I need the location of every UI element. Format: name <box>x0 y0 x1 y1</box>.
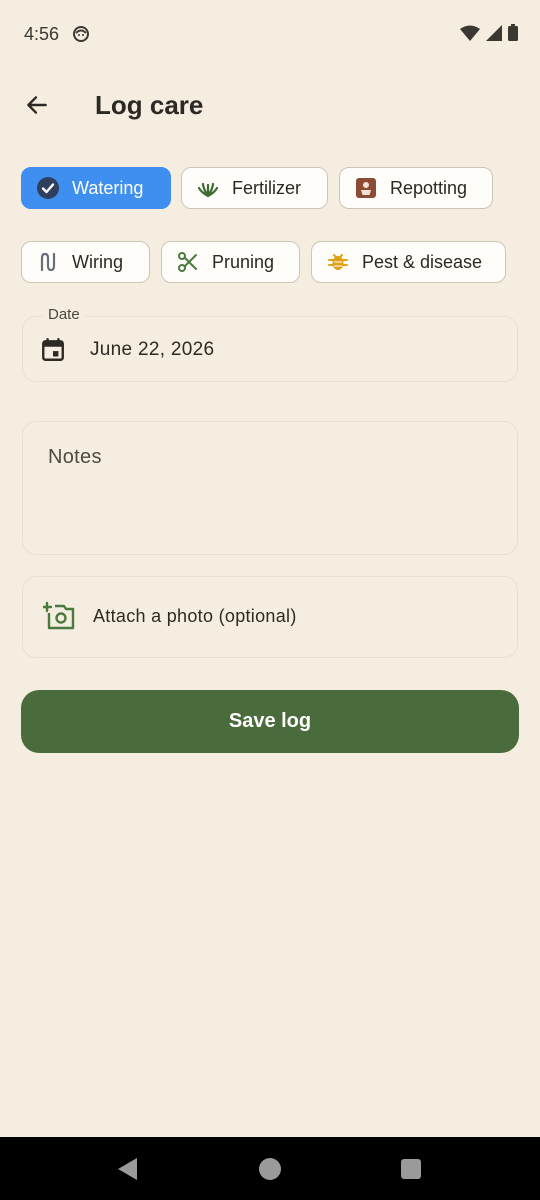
arrow-back-icon <box>27 96 47 114</box>
chip-wiring[interactable]: Wiring <box>21 241 150 283</box>
system-navigation-bar <box>0 1137 540 1200</box>
chip-watering[interactable]: Watering <box>21 167 171 209</box>
save-log-label: Save log <box>228 710 312 732</box>
pot-flower-icon <box>354 176 378 200</box>
assistant-status-icon <box>73 26 89 42</box>
calendar-icon <box>42 337 64 361</box>
sprout-icon <box>196 176 220 200</box>
water-check-icon <box>36 176 60 200</box>
wifi-icon <box>460 25 480 41</box>
notes-field[interactable] <box>22 421 518 555</box>
bug-icon <box>326 250 350 274</box>
chip-pruning[interactable]: Pruning <box>161 241 300 283</box>
add-photo-icon <box>43 601 75 630</box>
chip-label: Pruning <box>212 251 275 272</box>
signal-icon <box>486 24 502 41</box>
status-time: 4:56 <box>24 24 60 44</box>
battery-icon <box>508 24 518 41</box>
attach-photo-label: Attach a photo (optional) <box>93 606 297 626</box>
chip-label: Repotting <box>390 177 468 198</box>
chip-repotting[interactable]: Repotting <box>339 167 493 209</box>
status-bar: 4:56 <box>0 0 540 70</box>
date-value: June 22, 2026 <box>90 339 215 360</box>
chip-label: Pest & disease <box>362 251 483 272</box>
chip-pest-disease[interactable]: Pest & disease <box>311 241 506 283</box>
chip-label: Wiring <box>72 251 124 272</box>
nav-back-icon[interactable] <box>117 1157 139 1181</box>
date-field-label: Date <box>42 306 86 323</box>
chip-fertilizer[interactable]: Fertilizer <box>181 167 328 209</box>
chip-label: Fertilizer <box>232 177 302 198</box>
back-button[interactable] <box>14 82 60 128</box>
nav-home-icon[interactable] <box>258 1157 282 1181</box>
scissors-icon <box>176 250 200 274</box>
chip-label: Watering <box>72 177 144 198</box>
nav-recents-icon[interactable] <box>400 1158 422 1180</box>
page-title: Log care <box>95 90 204 120</box>
save-log-button[interactable]: Save log <box>21 690 519 753</box>
top-app-bar: Log care <box>0 80 540 132</box>
notes-placeholder: Notes <box>48 446 102 468</box>
wire-icon <box>36 250 60 274</box>
